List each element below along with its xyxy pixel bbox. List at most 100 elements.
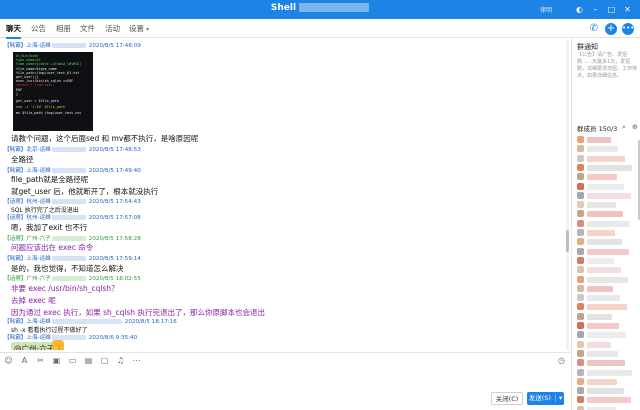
member-name-blurred [587,295,620,302]
add-icon[interactable]: + [605,23,617,35]
member-name-blurred [587,369,632,376]
members-label: 群成员 [577,125,597,133]
tab-settings-label: 设置 [129,24,144,33]
send-button[interactable]: 发送(S) ▾ [527,392,564,405]
avatar [577,294,584,302]
avatar [577,238,584,246]
member-name-blurred [587,174,617,181]
message-text: 去掉 exec 呢 [11,296,56,305]
more-icon[interactable]: ••• [622,23,634,35]
avatar [577,359,584,367]
message-header: 【耗霸】上海-运维 2020/8/6 9:35:40 [4,335,138,341]
avatar [577,219,584,227]
members-header: 群成员 150/3 ⌕ ⊕ [577,123,638,133]
chat-history[interactable]: 【耗霸】上海-运维 2020/8/5 17:48:09 #!/bin/bash t… [0,38,570,350]
avatar [577,331,584,339]
title-bar: Shell 律明 ◐ – □ ✕ [0,0,640,19]
avatar [577,377,584,385]
add-member-icon[interactable]: ⊕ [632,123,638,131]
message-input[interactable] [2,367,567,389]
chevron-down-icon[interactable]: ▾ [555,394,563,402]
avatar [577,275,584,283]
group-notice-title: 群通知 [577,43,598,51]
message-text: 问题应该出在 exec 命令 [11,243,94,252]
search-icon[interactable]: ⌕ [622,123,626,132]
members-count: 150/3 [598,125,618,133]
chat-scrollbar-thumb[interactable] [566,230,569,252]
tab-bar: 聊天 公告 相册 文件 活动 设置 ▾ [0,19,640,39]
code-screenshot-image[interactable]: #!/bin/bash type_name=$1 time_name=$(dat… [13,52,93,131]
more-tools-icon[interactable]: ⋯ [132,356,141,365]
screen-icon[interactable]: ▢ [100,356,109,365]
avatar [577,173,584,181]
avatar [577,405,584,410]
message-header: 【话痨】杭州-运维 2020/8/5 17:57:08 [4,215,141,221]
member-name-blurred [587,202,616,209]
chat-scrollbar[interactable] [566,40,569,350]
image-icon[interactable]: ▣ [52,356,61,365]
emoji-icon[interactable]: ☺ [4,356,13,365]
scissors-icon[interactable]: ✂ [36,356,45,365]
member-name-blurred [587,388,624,395]
member-name-blurred [587,230,615,236]
member-name-blurred [587,220,630,227]
message-header: 【耗霸】上海-运维 2020/8/5 18:17:16 [4,319,177,325]
message-text: file_path就是全路径呢 [11,175,89,184]
avatar [577,349,584,357]
message-text: 是的，我也觉得，不知道怎么解决 [11,264,124,273]
message-header: 【话痨】广州-六子 2020/8/5 17:58:28 [4,236,141,242]
member-name-blurred [587,248,629,255]
avatar [577,396,584,404]
bell-icon[interactable]: ♫ [116,356,125,365]
message-header: 【话痨】杭州-运维 2020/8/5 17:54:43 [4,199,141,205]
avatar [577,145,584,153]
avatar [577,191,584,199]
folder-icon[interactable]: ▭ [68,356,77,365]
avatar [577,256,584,264]
member-name-blurred [587,155,625,162]
tab-album[interactable]: 相册 [56,23,71,34]
member-name-blurred [587,183,624,190]
avatar [577,284,584,292]
mention-tag[interactable]: @广州-六子 [11,342,58,350]
tab-chat[interactable]: 聊天 [6,23,21,39]
message-header: 【耗霸】北京-运维 2020/8/5 17:48:53 [4,147,141,153]
member-name-blurred [587,313,612,320]
minimize-icon[interactable]: – [590,4,601,15]
tab-files[interactable]: 文件 [80,23,95,34]
member-name-blurred [587,192,631,199]
member-name-blurred [587,164,632,171]
avatar [577,182,584,190]
tab-activity[interactable]: 活动 [105,23,120,34]
send-button-label: 发送(S) [528,394,551,402]
font-icon[interactable]: A [20,356,29,365]
avatar [577,229,584,236]
member-name-blurred [587,257,614,264]
message-text: 非要 exec /usr/bin/sh_cqlsh？ [11,284,119,293]
maximize-icon[interactable]: □ [606,4,617,15]
avatar [577,322,584,329]
close-icon[interactable]: ✕ [622,4,633,15]
group-side-panel: 群通知 【公告】请广告、发招聘……天最多1次，发招聘，详细要求范围，工作地点，如… [571,38,640,410]
skin-icon[interactable]: ◐ [574,4,585,15]
member-name-blurred [587,239,622,246]
avatar [577,136,584,143]
group-notice-text[interactable]: 【公告】请广告、发招聘……天最多1次，发招聘，详细要求范围，工作地点，如果详细信… [577,52,637,80]
member-name-blurred [587,350,618,357]
member-name-blurred [587,267,621,274]
message-header: 【话痨】广州-六子 2020/8/5 18:02:55 [4,276,141,282]
tab-settings[interactable]: 设置 ▾ [129,23,149,34]
avatar [577,266,584,274]
phone-icon[interactable]: ✆ [588,23,600,35]
message-text: 请教个问题，这个后面sed 和 mv都不执行，是啥原因呢 [11,134,199,143]
tab-notice[interactable]: 公告 [31,23,46,34]
member-name-blurred [587,397,631,404]
message-header: 【耗霸】上海-运维 2020/8/5 17:48:09 [4,43,141,49]
history-icon[interactable]: ◷ [557,356,566,365]
avatar [577,154,584,162]
avatar [577,247,584,255]
close-button[interactable]: 关闭(C) [491,392,523,405]
gift-icon[interactable]: ▤ [84,356,93,365]
member-name-blurred [587,146,618,153]
chevron-down-icon: ▾ [146,26,150,33]
